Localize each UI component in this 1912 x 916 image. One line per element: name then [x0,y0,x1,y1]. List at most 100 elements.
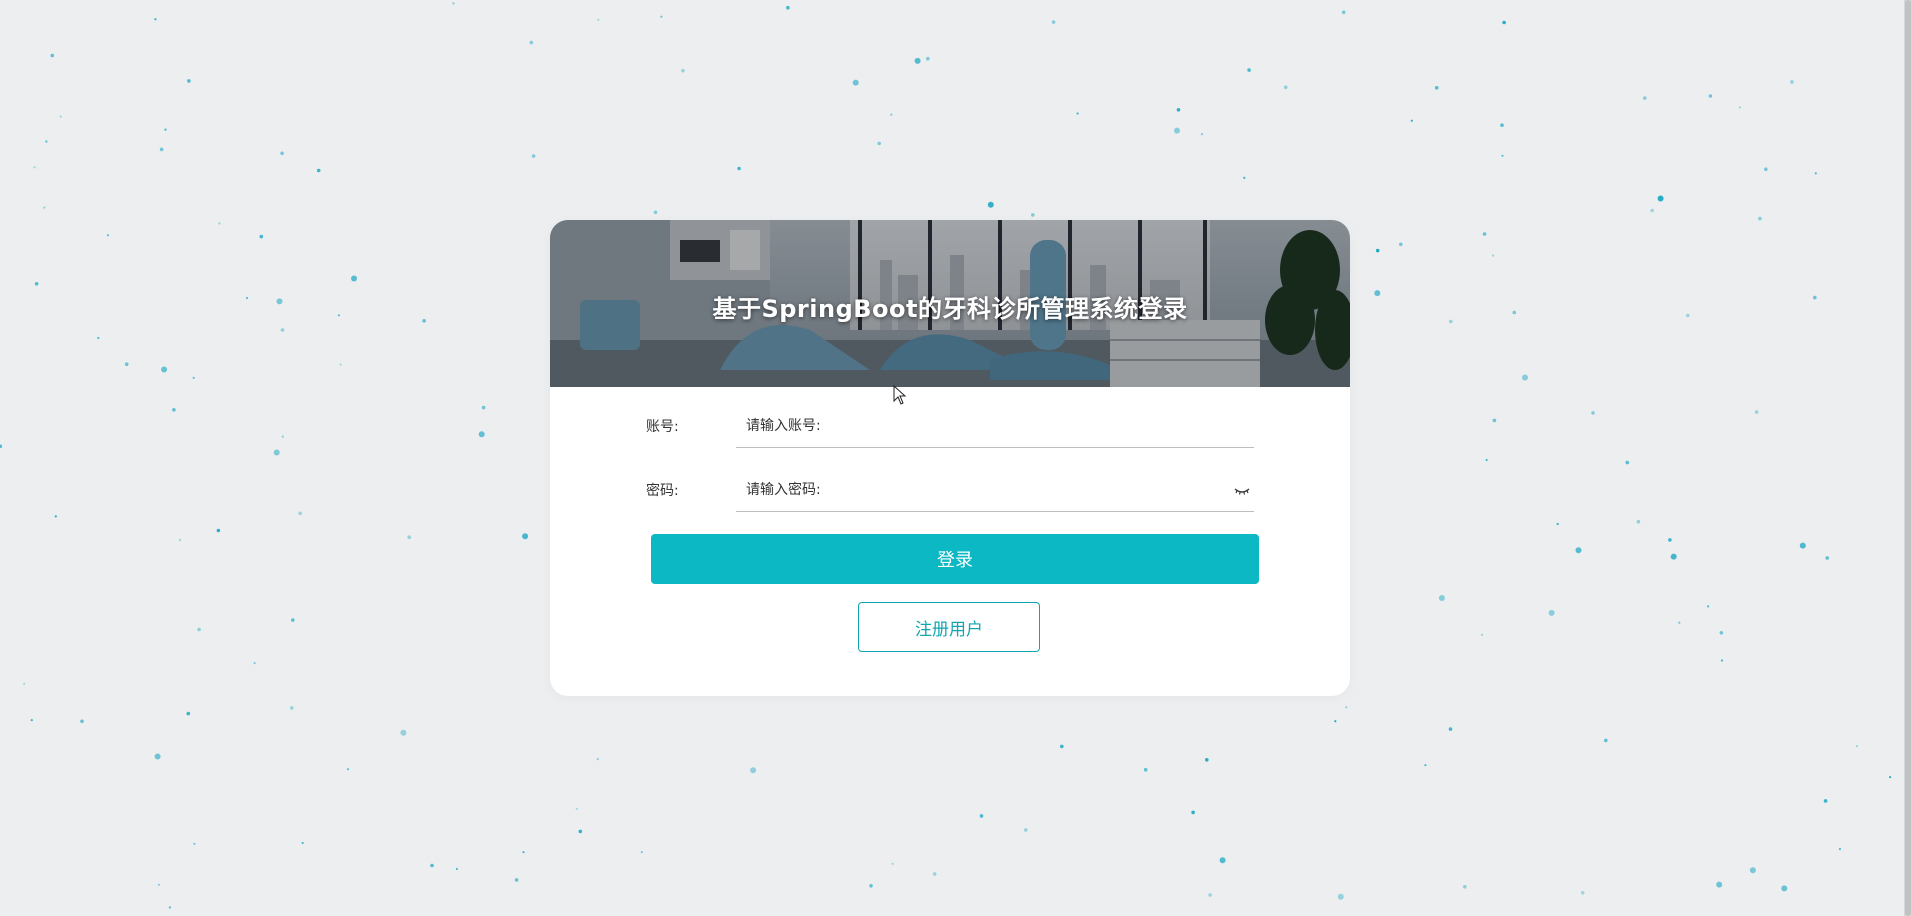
particle-dot [1438,595,1445,601]
particle-dot [281,435,284,438]
particle-dot [1591,411,1595,415]
particle-dot [59,115,62,118]
particle-dot [154,753,161,760]
particle-dot [597,18,600,21]
particle-dot [926,56,930,61]
particle-dot [197,627,201,632]
particle-dot [1668,538,1672,542]
particle-dot [1485,458,1488,462]
login-button[interactable]: 登录 [651,534,1259,584]
password-row: 密码: [646,471,1256,512]
particle-dot [1341,10,1346,15]
particle-dot [522,533,529,540]
particle-dot [1060,744,1064,749]
particle-dot [575,807,578,810]
particle-dot [187,79,191,83]
particle-dot [161,366,168,373]
particle-dot [750,767,757,774]
particle-dot [478,431,485,438]
particle-dot [1247,68,1251,72]
mouse-cursor-icon [893,385,907,405]
particle-dot [430,863,434,868]
particle-dot [852,79,859,86]
particle-dot [932,872,937,876]
particle-dot [1448,727,1453,731]
particle-dot [291,618,295,622]
particle-dot [276,298,283,305]
particle-dot [1492,254,1495,257]
particle-dot [1374,290,1381,297]
login-title: 基于SpringBoot的牙科诊所管理系统登录 [712,295,1188,323]
particle-dot [1604,738,1608,743]
particle-dot [1838,847,1841,851]
particle-dot [1825,556,1829,560]
particle-dot [660,15,663,18]
particle-dot [1283,85,1288,90]
particle-dot [164,128,167,131]
particle-dot [1205,758,1209,762]
particle-dot [351,275,357,282]
particle-dot [529,40,534,45]
particle-dot [1657,195,1664,202]
particle-dot [400,729,407,736]
particle-dot [1501,154,1504,157]
particle-dot [1754,410,1759,414]
particle-dot [455,867,458,871]
particle-dot [1686,313,1690,318]
particle-dot [1243,176,1246,179]
particle-dot [1200,133,1204,136]
particle-dot [106,234,109,237]
account-input[interactable] [736,407,1216,445]
password-input[interactable] [736,471,1216,509]
particle-dot [159,147,164,152]
particle-dot [245,296,249,300]
particle-dot [1548,609,1555,616]
particle-dot [1512,310,1517,315]
particle-dot [1823,799,1828,803]
scrollbar[interactable] [1904,0,1912,916]
particle-dot [337,314,340,317]
password-label: 密码: [646,483,679,499]
particle-dot [1191,810,1195,815]
particle-dot [1855,745,1859,748]
particle-dot [259,234,264,239]
particle-dot [54,515,57,518]
register-button[interactable]: 注册用户 [858,602,1040,652]
particle-dot [1500,123,1504,127]
particle-dot [346,768,350,771]
scrollbar-thumb[interactable] [1905,0,1911,916]
particle-dot [1790,80,1794,84]
eye-closed-icon[interactable] [1234,484,1250,498]
particle-dot [168,906,171,909]
particle-dot [124,362,129,367]
particle-dot [914,57,921,64]
particle-dot [1410,119,1413,122]
particle-dot [1556,522,1559,526]
particle-dot [578,829,583,834]
account-label: 账号: [646,419,679,435]
particle-dot [1643,96,1647,100]
particle-dot [1449,319,1453,324]
particle-dot [216,528,221,533]
particle-dot [452,2,455,5]
particle-dot [50,53,55,58]
particle-dot [172,408,176,412]
particle-dot [339,363,342,366]
particle-dot [1334,720,1337,723]
particle-dot [34,282,39,286]
particle-dot [80,719,84,724]
particle-dot [218,222,221,225]
particle-dot [193,842,196,845]
particle-dot [273,449,280,456]
particle-dot [0,444,3,449]
particle-dot [653,210,658,215]
account-row: 账号: [646,407,1256,448]
particle-dot [877,141,881,146]
particle-dot [253,662,256,665]
account-field [736,407,1254,448]
particle-dot [45,140,48,143]
particle-dot [1345,706,1348,709]
particle-dot [1814,172,1817,175]
particle-dot [1580,891,1585,895]
particle-dot [43,206,46,209]
